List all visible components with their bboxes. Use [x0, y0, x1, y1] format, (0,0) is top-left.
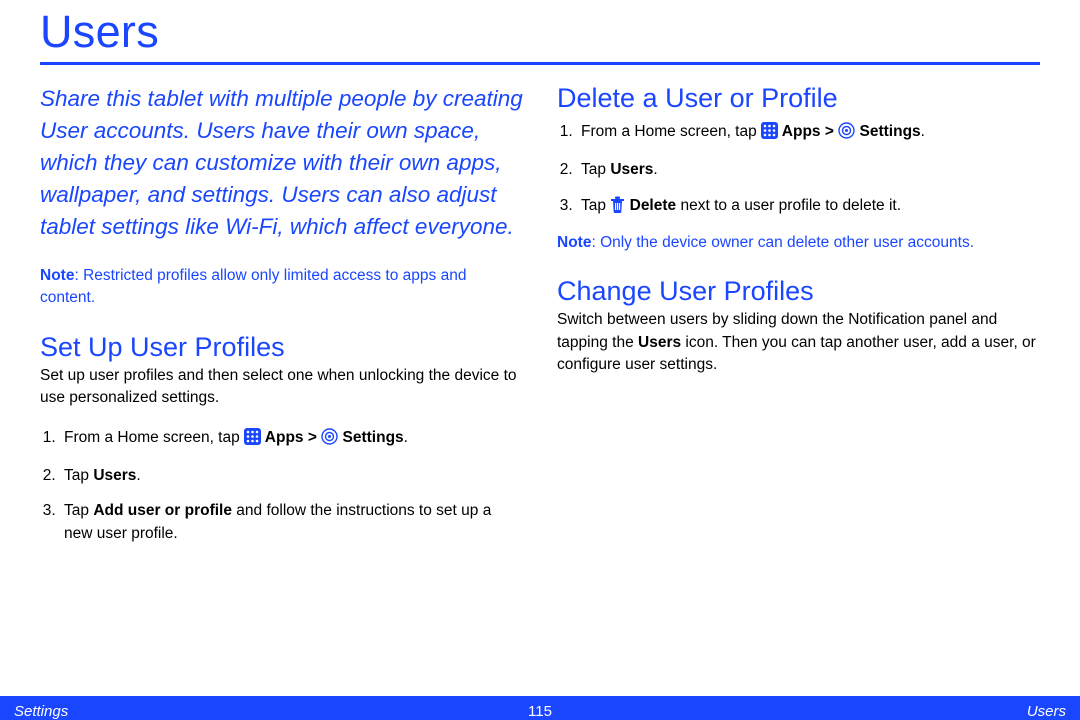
apps-grid-icon	[244, 428, 261, 452]
title-rule	[40, 62, 1040, 65]
settings-label: Settings	[338, 429, 403, 446]
right-column: Delete a User or Profile From a Home scr…	[557, 79, 1040, 558]
change-body: Switch between users by sliding down the…	[557, 309, 1040, 376]
settings-gear-icon	[838, 122, 855, 146]
step-period: .	[404, 429, 408, 446]
apps-label: Apps >	[261, 429, 321, 446]
setup-step-1: From a Home screen, tap Apps > Settings.	[60, 426, 523, 452]
step-tail: next to a user profile to delete it.	[676, 197, 901, 214]
add-user-label: Add user or profile	[93, 502, 232, 519]
step-text: From a Home screen, tap	[64, 429, 244, 446]
trash-icon	[610, 196, 625, 220]
footer-right: Users	[715, 703, 1066, 720]
note-body: : Restricted profiles allow only limited…	[40, 267, 466, 306]
delete-heading: Delete a User or Profile	[557, 83, 1040, 114]
footer-left: Settings	[14, 703, 365, 720]
step-period: .	[653, 161, 657, 178]
apps-label: Apps >	[778, 123, 838, 140]
delete-step-3: Tap Delete next to a user profile to del…	[577, 194, 1040, 220]
page-title: Users	[40, 6, 1040, 58]
step-text: Tap	[581, 197, 610, 214]
note-label: Note	[557, 234, 591, 251]
settings-gear-icon	[321, 428, 338, 452]
note-body: : Only the device owner can delete other…	[591, 234, 974, 251]
page-footer: Settings 115 Users	[0, 696, 1080, 720]
step-text: Tap	[581, 161, 610, 178]
step-text: Tap	[64, 502, 93, 519]
setup-step-3: Tap Add user or profile and follow the i…	[60, 499, 523, 546]
delete-owner-note: Note: Only the device owner can delete o…	[557, 232, 1040, 254]
users-icon-label: Users	[638, 334, 681, 351]
delete-step-1: From a Home screen, tap Apps > Settings.	[577, 120, 1040, 146]
delete-label: Delete	[625, 197, 676, 214]
apps-grid-icon	[761, 122, 778, 146]
settings-label: Settings	[855, 123, 920, 140]
note-label: Note	[40, 267, 74, 284]
setup-heading: Set Up User Profiles	[40, 332, 523, 363]
step-period: .	[921, 123, 925, 140]
change-heading: Change User Profiles	[557, 276, 1040, 307]
footer-page-number: 115	[365, 703, 716, 720]
step-text: Tap	[64, 467, 93, 484]
users-label: Users	[610, 161, 653, 178]
users-label: Users	[93, 467, 136, 484]
setup-step-2: Tap Users.	[60, 464, 523, 487]
step-period: .	[136, 467, 140, 484]
delete-step-2: Tap Users.	[577, 158, 1040, 181]
left-column: Share this tablet with multiple people b…	[40, 79, 523, 558]
delete-steps: From a Home screen, tap Apps > Settings.…	[557, 120, 1040, 220]
step-text: From a Home screen, tap	[581, 123, 761, 140]
setup-desc: Set up user profiles and then select one…	[40, 365, 523, 410]
setup-steps: From a Home screen, tap Apps > Settings.…	[40, 426, 523, 546]
restricted-note: Note: Restricted profiles allow only lim…	[40, 265, 523, 310]
intro-text: Share this tablet with multiple people b…	[40, 83, 523, 243]
